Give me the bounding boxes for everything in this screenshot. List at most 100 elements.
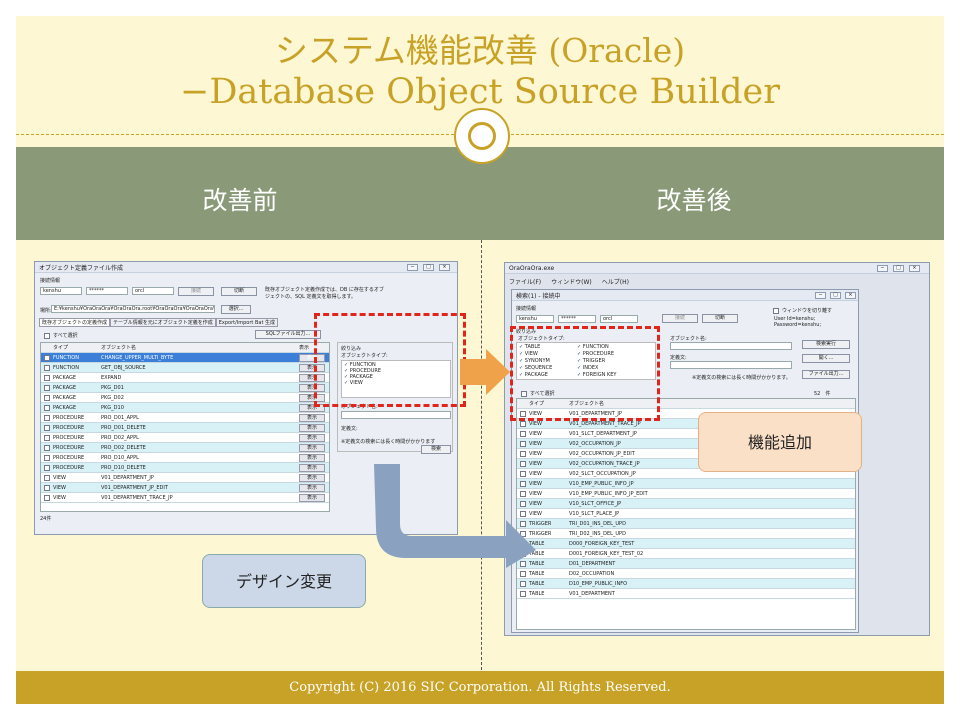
detach-checkbox[interactable] <box>773 308 779 314</box>
table-row[interactable]: TRIGGERTRI_D01_INS_DEL_UPD <box>517 519 855 529</box>
sql-output-button[interactable]: SQLファイル出力... <box>255 330 321 339</box>
table-row[interactable]: PACKAGEPKG_D10表示 <box>41 403 329 413</box>
db-input[interactable]: orcl <box>132 287 174 295</box>
row-checkbox[interactable] <box>44 485 50 491</box>
table-row[interactable]: TABLED001_FOREIGN_KEY_TEST_02 <box>517 549 855 559</box>
menu-item[interactable]: ファイル(F) <box>509 277 541 286</box>
table-row[interactable]: TABLED10_EMP_PUBLIC_INFO <box>517 579 855 589</box>
table-row[interactable]: TABLED000_FOREIGN_KEY_TEST <box>517 539 855 549</box>
show-button[interactable]: 表示 <box>299 424 325 432</box>
row-name: PRO_D02_DELETE <box>101 445 299 451</box>
file-output-button[interactable]: ファイル出力... <box>802 370 850 379</box>
tab-from-table[interactable]: テーブル情報を元にオブジェクト定義を作成 <box>110 318 216 327</box>
row-checkbox[interactable] <box>44 355 50 361</box>
table-row[interactable]: FUNCTIONGET_OBJ_SOURCE表示 <box>41 363 329 373</box>
select-path-button[interactable]: 選択... <box>221 305 251 314</box>
row-checkbox[interactable] <box>44 385 50 391</box>
child-close-icon[interactable]: × <box>845 292 856 299</box>
table-row[interactable]: FUNCTIONCHANGE_UPPER_MULTI_BYTE表示 <box>41 353 329 363</box>
select-all[interactable]: すべて選択 <box>41 332 77 339</box>
show-button[interactable]: 表示 <box>299 494 325 502</box>
app-maximize-icon[interactable]: □ <box>893 265 904 272</box>
show-button[interactable]: 表示 <box>299 474 325 482</box>
after-objname-input[interactable] <box>670 342 792 350</box>
tab-existing[interactable]: 既存オブジェクトの定義作成 <box>39 318 110 327</box>
maximize-icon[interactable]: □ <box>423 264 434 271</box>
after-disconnect-button[interactable]: 切断 <box>702 314 738 323</box>
password-input[interactable]: ****** <box>86 287 128 295</box>
table-row[interactable]: PACKAGEPKG_D01表示 <box>41 383 329 393</box>
row-checkbox[interactable] <box>44 475 50 481</box>
path-input[interactable]: E:¥kenshu¥OraOraOra¥OraOraOra.root¥OraOr… <box>51 305 215 313</box>
row-checkbox[interactable] <box>44 405 50 411</box>
show-button[interactable]: 表示 <box>299 484 325 492</box>
search-exec-button[interactable]: 検索実行 <box>802 340 850 349</box>
after-definition-input[interactable] <box>670 361 792 369</box>
row-checkbox[interactable] <box>44 375 50 381</box>
table-row[interactable]: TABLEV01_DEPARTMENT <box>517 589 855 599</box>
show-button[interactable]: 表示 <box>299 464 325 472</box>
row-checkbox[interactable] <box>44 465 50 471</box>
row-checkbox[interactable] <box>44 435 50 441</box>
minimize-icon[interactable]: − <box>407 264 418 271</box>
tab-export-import[interactable]: Export/Import Bat 生成 <box>216 318 278 327</box>
row-name: D001_FOREIGN_KEY_TEST_02 <box>569 551 855 557</box>
connect-button[interactable]: 接続 <box>178 287 214 296</box>
row-checkbox[interactable] <box>520 421 526 427</box>
table-row[interactable]: VIEWV01_DEPARTMENT_JP_EDIT表示 <box>41 483 329 493</box>
show-button[interactable]: 表示 <box>299 414 325 422</box>
table-row[interactable]: PROCEDUREPRO_D10_DELETE表示 <box>41 463 329 473</box>
app-close-icon[interactable]: × <box>909 265 920 272</box>
show-button[interactable]: 表示 <box>299 444 325 452</box>
disconnect-button[interactable]: 切断 <box>221 287 257 296</box>
row-checkbox[interactable] <box>44 425 50 431</box>
menu-item[interactable]: ヘルプ(H) <box>602 277 629 286</box>
select-all-checkbox[interactable] <box>44 333 50 339</box>
menu-item[interactable]: ウィンドウ(W) <box>551 277 592 286</box>
table-row[interactable]: PACKAGEPKG_D02表示 <box>41 393 329 403</box>
row-checkbox[interactable] <box>44 495 50 501</box>
child-minimize-icon[interactable]: − <box>815 292 826 299</box>
child-maximize-icon[interactable]: □ <box>830 292 841 299</box>
objname-input[interactable] <box>341 411 451 419</box>
table-row[interactable]: PROCEDUREPRO_D02_APPL表示 <box>41 433 329 443</box>
table-row[interactable]: TABLED01_DEPARTMENT <box>517 559 855 569</box>
table-row[interactable]: VIEWV01_DEPARTMENT_TRACE_JP表示 <box>41 493 329 503</box>
table-row[interactable]: VIEWV10_SLCT_PLACE_JP <box>517 509 855 519</box>
after-password-input[interactable]: ****** <box>558 315 596 323</box>
row-checkbox[interactable] <box>44 455 50 461</box>
user-input[interactable]: kenshu <box>40 287 82 295</box>
detach-option[interactable]: ウィンドウを切り離す <box>770 307 832 314</box>
row-checkbox[interactable] <box>44 415 50 421</box>
row-checkbox[interactable] <box>520 431 526 437</box>
open-button[interactable]: 開く... <box>802 354 850 363</box>
table-row[interactable]: VIEWV01_DEPARTMENT_JP表示 <box>41 473 329 483</box>
row-checkbox[interactable] <box>44 445 50 451</box>
row-checkbox[interactable] <box>520 451 526 457</box>
table-row[interactable]: PROCEDUREPRO_D02_DELETE表示 <box>41 443 329 453</box>
after-user-input[interactable]: kenshu <box>516 315 554 323</box>
row-checkbox[interactable] <box>520 441 526 447</box>
table-row[interactable]: PROCEDUREPRO_D01_APPL表示 <box>41 413 329 423</box>
row-checkbox[interactable] <box>520 581 526 587</box>
table-row[interactable]: PROCEDUREPRO_D01_DELETE表示 <box>41 423 329 433</box>
row-checkbox[interactable] <box>520 571 526 577</box>
after-db-input[interactable]: orcl <box>600 315 638 323</box>
app-minimize-icon[interactable]: − <box>877 265 888 272</box>
table-row[interactable]: VIEWV10_SLCT_OFFICE_JP <box>517 499 855 509</box>
before-search-button[interactable]: 検索 <box>421 445 451 454</box>
row-checkbox[interactable] <box>44 395 50 401</box>
show-button[interactable]: 表示 <box>299 434 325 442</box>
show-button[interactable]: 表示 <box>299 454 325 462</box>
close-icon[interactable]: × <box>439 264 450 271</box>
after-connect-button[interactable]: 接続 <box>662 314 698 323</box>
table-row[interactable]: VIEWV10_EMP_PUBLIC_INFO_JP_EDIT <box>517 489 855 499</box>
table-row[interactable]: PROCEDUREPRO_D10_APPL表示 <box>41 453 329 463</box>
table-row[interactable]: VIEWV10_EMP_PUBLIC_INFO_JP <box>517 479 855 489</box>
row-checkbox[interactable] <box>44 365 50 371</box>
row-checkbox[interactable] <box>520 591 526 597</box>
table-row[interactable]: PACKAGEEXPAND表示 <box>41 373 329 383</box>
table-row[interactable]: TRIGGERTRI_D02_INS_DEL_UPD <box>517 529 855 539</box>
row-name: D01_DEPARTMENT <box>569 561 855 567</box>
table-row[interactable]: TABLED02_OCCUPATION <box>517 569 855 579</box>
